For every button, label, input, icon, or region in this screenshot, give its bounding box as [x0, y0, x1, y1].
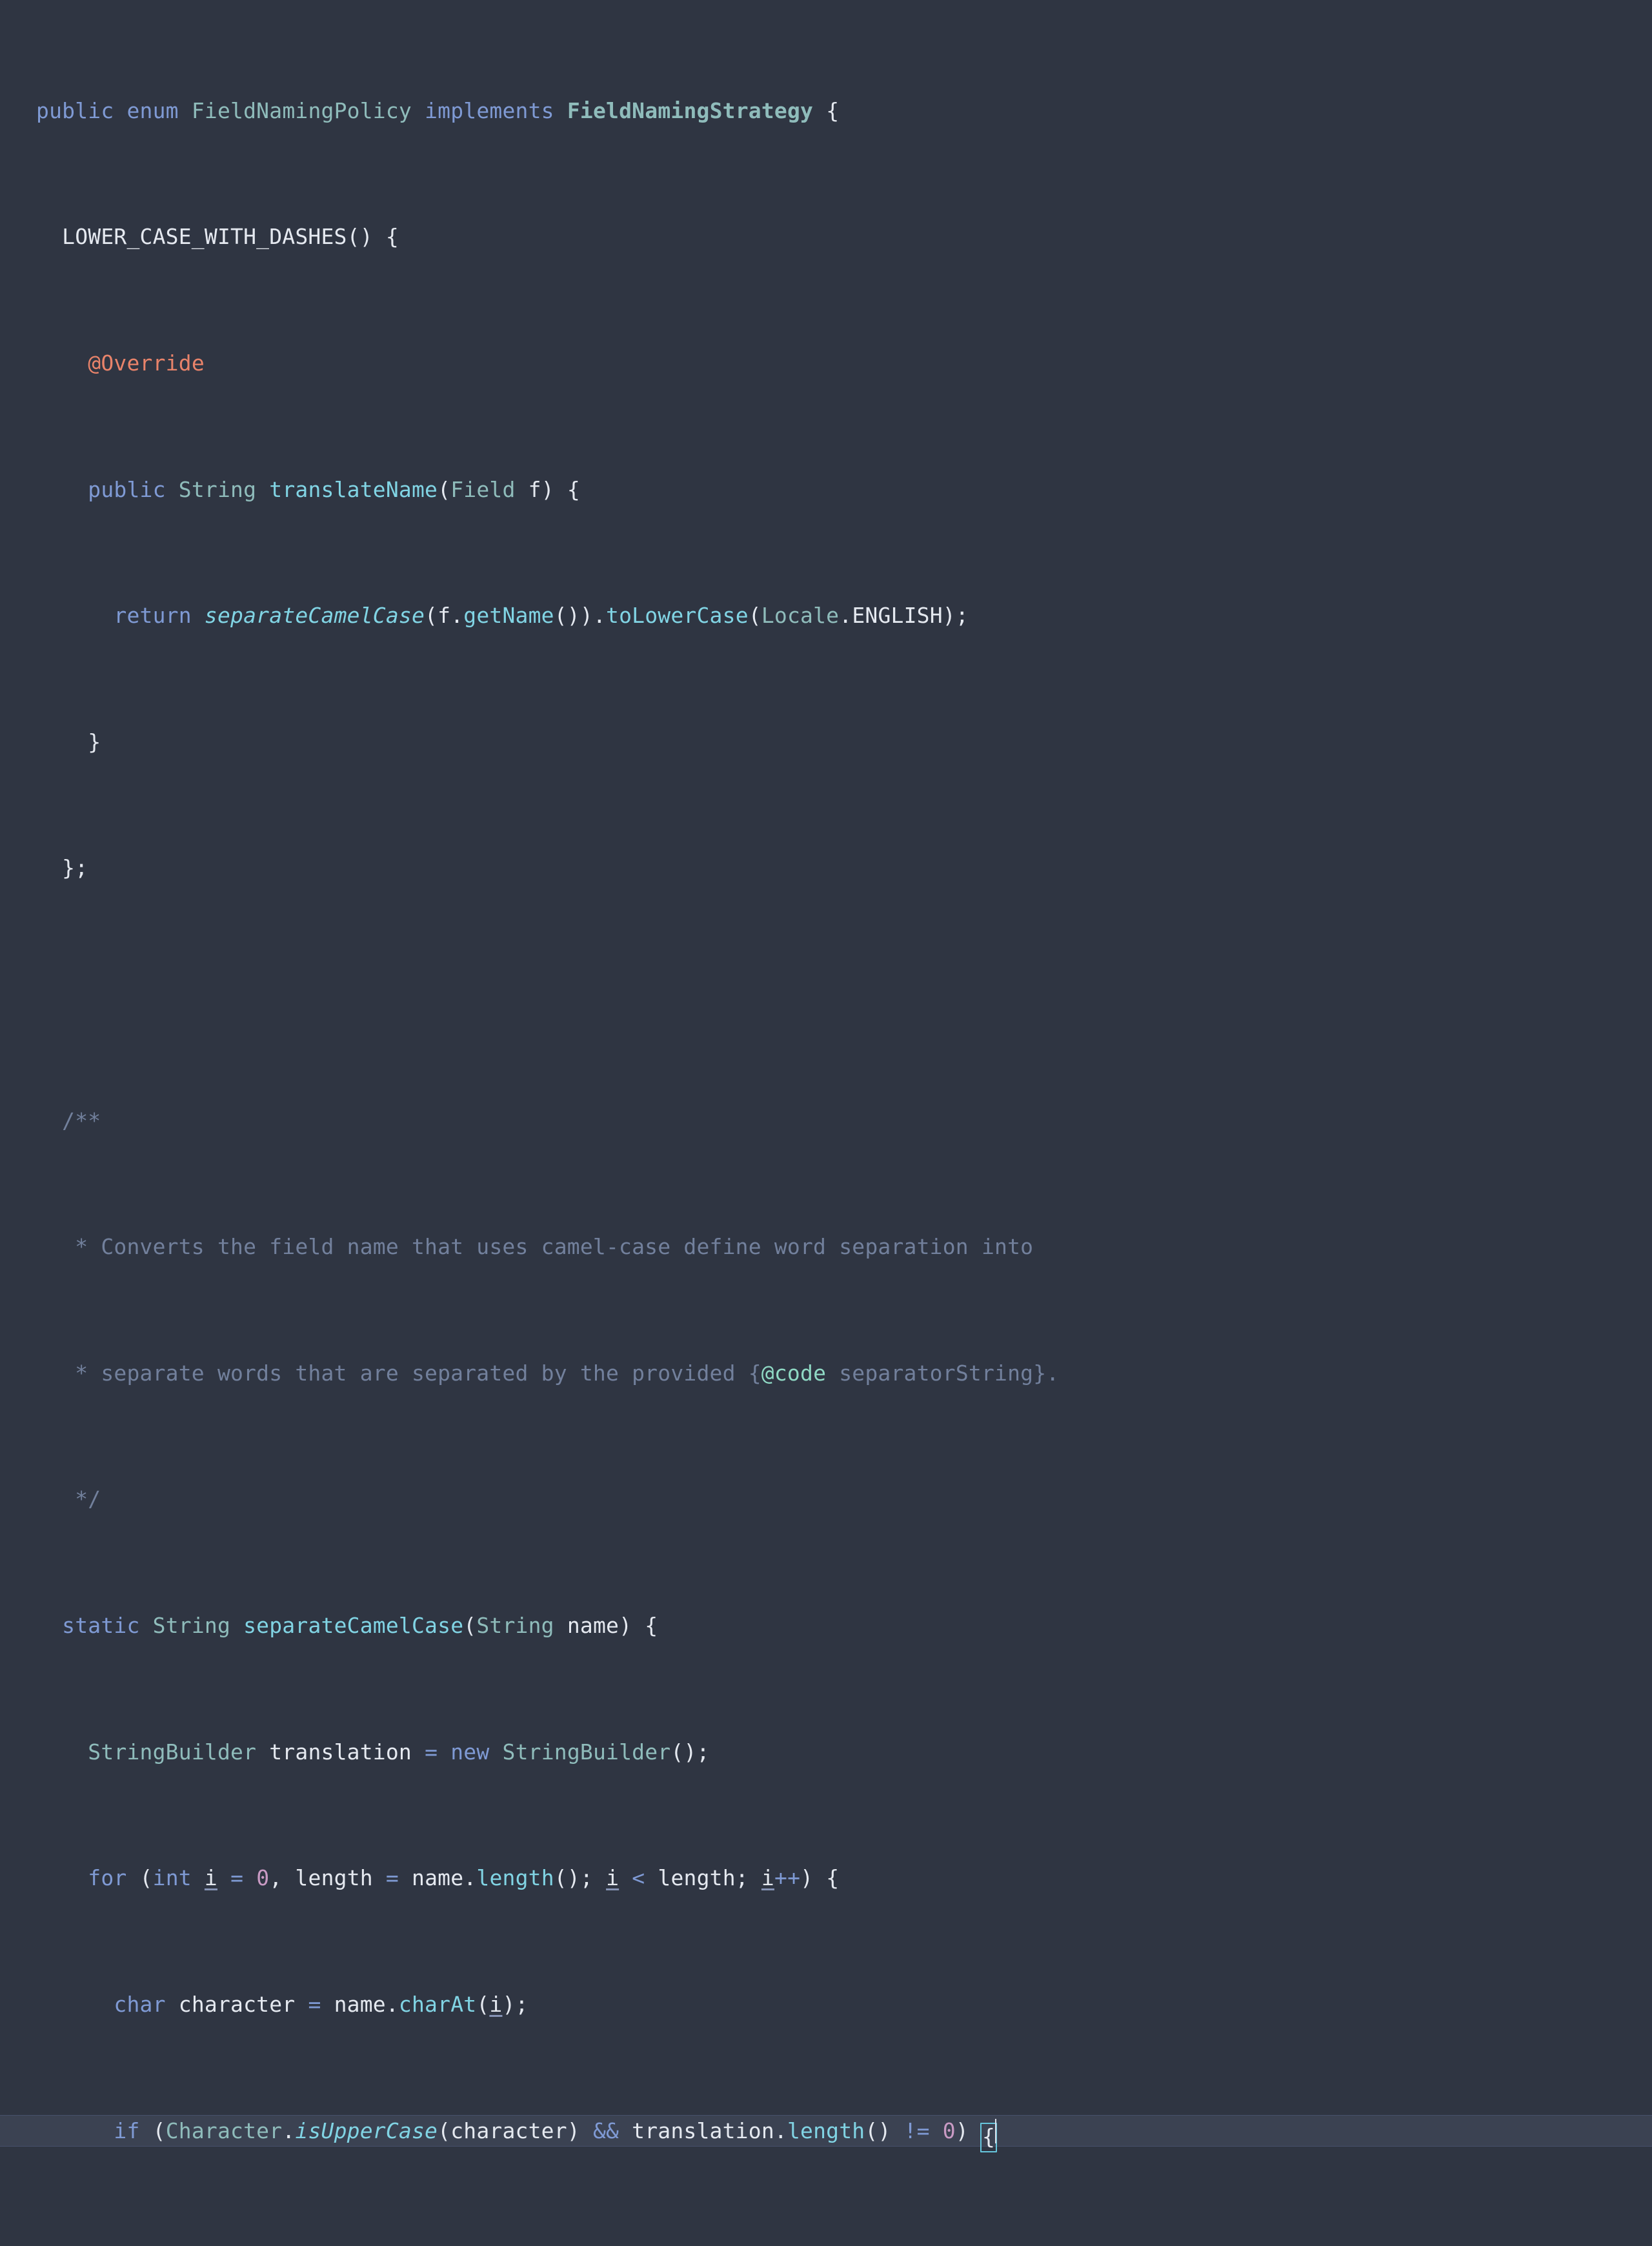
- code-line[interactable]: LOWER_CASE_WITH_DASHES() {: [0, 221, 1652, 253]
- code-line-comment[interactable]: */: [0, 1484, 1652, 1515]
- token-comment: * separate words that are separated by t…: [36, 1360, 761, 1386]
- code-line[interactable]: public enum FieldNamingPolicy implements…: [0, 96, 1652, 127]
- token-keyword: public: [36, 97, 114, 123]
- token-type: String: [152, 1613, 231, 1639]
- token-function: toLowerCase: [606, 603, 749, 629]
- token-keyword: char: [114, 1991, 166, 2017]
- token-keyword: new: [450, 1739, 490, 1765]
- token-keyword: implements: [425, 97, 554, 123]
- token-type: StringBuilder: [502, 1739, 671, 1765]
- token-type: String: [178, 476, 257, 502]
- token-keyword: if: [114, 2118, 140, 2144]
- token-function: getName: [463, 603, 554, 629]
- code-line[interactable]: char character = name.charAt(i);: [0, 1989, 1652, 2021]
- token-function: charAt: [398, 1991, 477, 2017]
- code-line[interactable]: StringBuilder translation = new StringBu…: [0, 1737, 1652, 1768]
- token-keyword: static: [62, 1613, 140, 1639]
- token-keyword: enum: [126, 97, 179, 123]
- token-comment: */: [36, 1486, 101, 1512]
- token-function: isUpperCase: [295, 2118, 438, 2144]
- token-function: separateCamelCase: [243, 1613, 464, 1639]
- token-javadoc-tag: @code: [761, 1360, 827, 1386]
- code-line[interactable]: return separateCamelCase(f.getName()).to…: [0, 600, 1652, 632]
- token-type: Locale: [761, 603, 840, 629]
- token-keyword: int: [152, 1865, 192, 1891]
- code-line[interactable]: for (int i = 0, length = name.length(); …: [0, 1863, 1652, 1894]
- code-line-comment[interactable]: * Converts the field name that uses came…: [0, 1231, 1652, 1263]
- text-cursor: [995, 2119, 997, 2144]
- token-annotation: @Override: [88, 350, 205, 376]
- token-type: StringBuilder: [88, 1739, 257, 1765]
- code-line-comment[interactable]: /**: [0, 1106, 1652, 1137]
- token-comment: separatorString}.: [826, 1360, 1060, 1386]
- token-function: length: [787, 2118, 865, 2144]
- token-function: length: [476, 1865, 554, 1891]
- token-string: "-": [386, 2244, 425, 2246]
- token-keyword: for: [88, 1865, 127, 1891]
- token-type: FieldNamingStrategy: [567, 97, 814, 123]
- code-editor[interactable]: public enum FieldNamingPolicy implements…: [0, 0, 1652, 2246]
- code-line[interactable]: translation.append("-");: [0, 2241, 1652, 2246]
- token-comment: * Converts the field name that uses came…: [36, 1234, 1034, 1260]
- token-type: Field: [450, 476, 516, 502]
- code-line[interactable]: };: [0, 853, 1652, 884]
- code-line[interactable]: @Override: [0, 348, 1652, 379]
- code-line[interactable]: public String translateName(Field f) {: [0, 474, 1652, 506]
- code-line[interactable]: static String separateCamelCase(String n…: [0, 1610, 1652, 1642]
- token-function: separateCamelCase: [204, 603, 425, 629]
- code-line-active[interactable]: if (Character.isUpperCase(character) && …: [0, 2115, 1652, 2153]
- token-function: translateName: [269, 476, 438, 502]
- token-keyword: public: [88, 476, 166, 502]
- token-type: Character: [165, 2118, 283, 2144]
- code-line-comment[interactable]: * separate words that are separated by t…: [0, 1358, 1652, 1390]
- code-line-blank[interactable]: [0, 979, 1652, 1011]
- token-type: String: [476, 1613, 554, 1639]
- token-number: 0: [256, 1865, 270, 1891]
- token-comment: /**: [36, 1108, 101, 1133]
- token-type: FieldNamingPolicy: [191, 97, 412, 123]
- code-line[interactable]: }: [0, 727, 1652, 758]
- token-number: 0: [942, 2118, 956, 2144]
- token-function: append: [295, 2244, 372, 2246]
- token-keyword: return: [114, 603, 192, 629]
